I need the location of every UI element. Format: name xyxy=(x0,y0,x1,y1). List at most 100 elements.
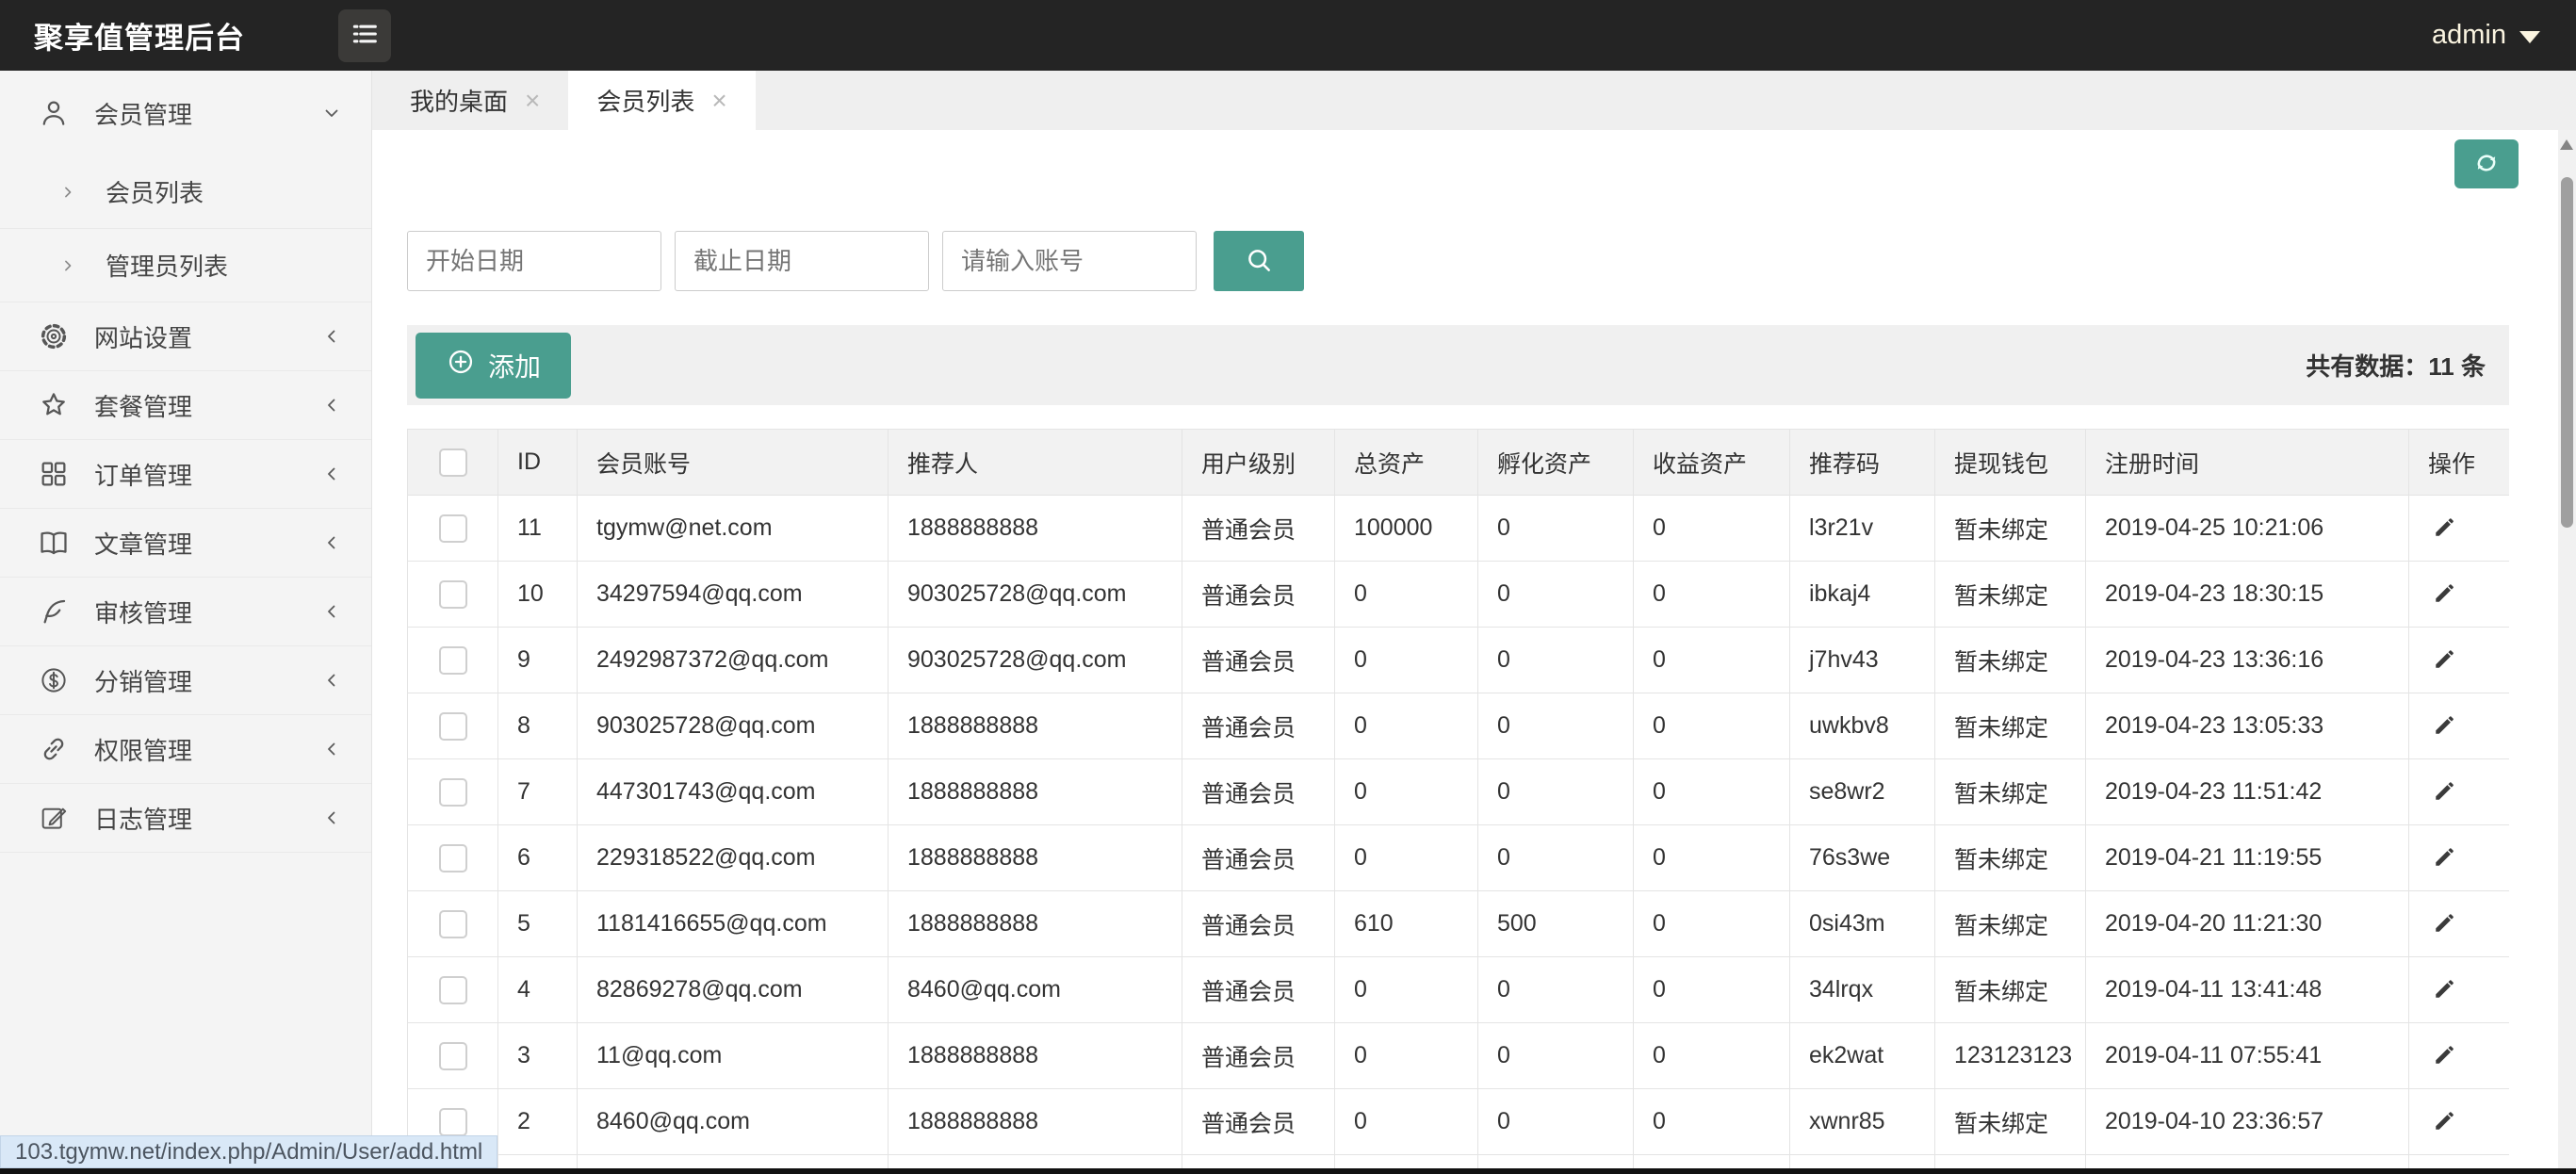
scroll-up-icon[interactable] xyxy=(2560,139,2573,150)
edit-button[interactable] xyxy=(2428,511,2461,546)
table-row: 6 229318522@qq.com 1888888888 普通会员 0 0 0 76s3we… xyxy=(407,824,2509,891)
sidebar-item-audit-management[interactable]: 审核管理 xyxy=(0,578,371,646)
cell-wallet: 123123123 xyxy=(1934,1022,2086,1089)
end-date-input[interactable] xyxy=(675,231,929,291)
caret-down-icon xyxy=(2519,31,2540,43)
cell-id: 3 xyxy=(497,1022,578,1089)
grid-icon xyxy=(38,458,70,490)
row-checkbox[interactable] xyxy=(438,711,467,741)
table-row: 3 11@qq.com 1888888888 普通会员 0 0 0 ek2wat 1231231… xyxy=(407,1022,2509,1089)
cell-actions xyxy=(2408,495,2509,562)
table-row: 11 tgymw@net.com 1888888888 普通会员 100000 0 0 l3r… xyxy=(407,495,2509,562)
edit-button[interactable] xyxy=(2428,1038,2461,1074)
sidebar-item-member-list[interactable]: 会员列表 xyxy=(0,155,371,229)
cell-hatched-assets: 500 xyxy=(1477,890,1634,957)
edit-button[interactable] xyxy=(2428,709,2461,744)
row-checkbox[interactable] xyxy=(438,975,467,1004)
edit-button[interactable] xyxy=(2428,1104,2461,1140)
sidebar-item-article-management[interactable]: 文章管理 xyxy=(0,509,371,578)
app-window: 聚享值管理后台 admin 会员管理会员列表管理员列表网站设置 套餐管理 订单管理文… xyxy=(0,0,2576,1174)
sidebar-item-log-management[interactable]: 日志管理 xyxy=(0,784,371,853)
row-checkbox[interactable] xyxy=(438,514,467,543)
add-button[interactable]: 添加 xyxy=(416,332,572,399)
member-table: ID 会员账号 推荐人 用户级别 总资产 孵化资产 收益资产 推荐码 提现钱包 注册时间 操作 11… xyxy=(407,429,2509,1174)
close-icon[interactable]: × xyxy=(525,87,540,114)
table-toolbar: 添加 共有数据：11 条 xyxy=(407,325,2509,405)
sidebar-item-label: 管理员列表 xyxy=(106,253,229,281)
edit-button[interactable] xyxy=(2428,972,2461,1008)
topbar: 聚享值管理后台 admin xyxy=(0,0,2576,71)
edit-button[interactable] xyxy=(2428,643,2461,678)
row-checkbox[interactable] xyxy=(438,777,467,807)
row-checkbox[interactable] xyxy=(438,1107,467,1136)
sidebar-item-site-settings[interactable]: 网站设置 xyxy=(0,302,371,371)
table-row: 5 1181416655@qq.com 1888888888 普通会员 610 500 0 0… xyxy=(407,890,2509,957)
cell-income-assets: 0 xyxy=(1633,561,1790,628)
edit-button[interactable] xyxy=(2428,577,2461,612)
account-input[interactable] xyxy=(942,231,1197,291)
cell-income-assets: 0 xyxy=(1633,693,1790,759)
row-select-cell xyxy=(407,1022,498,1089)
cell-referrer: 1888888888 xyxy=(888,824,1182,891)
sidebar-item-member-management[interactable]: 会员管理 xyxy=(0,71,371,155)
row-checkbox[interactable] xyxy=(438,843,467,872)
chevron-left-icon xyxy=(320,669,343,692)
cell-ref-code: uwkbv8 xyxy=(1789,693,1935,759)
sidebar-item-label: 会员管理 xyxy=(94,100,193,129)
pencil-icon xyxy=(2432,1108,2457,1136)
sidebar-item-distribution-management[interactable]: 分销管理 xyxy=(0,646,371,715)
search-button[interactable] xyxy=(1214,231,1304,291)
sidebar-toggle-button[interactable] xyxy=(338,8,391,62)
start-date-input[interactable] xyxy=(407,231,661,291)
cell-referrer: 1888888888 xyxy=(888,890,1182,957)
column-header-account: 会员账号 xyxy=(577,429,889,496)
sidebar-item-permission-management[interactable]: 权限管理 xyxy=(0,715,371,784)
user-menu[interactable]: admin xyxy=(2432,20,2540,51)
close-icon[interactable]: × xyxy=(711,87,726,114)
cell-level: 普通会员 xyxy=(1182,956,1335,1023)
cell-id: 8 xyxy=(497,693,578,759)
cell-id: 10 xyxy=(497,561,578,628)
row-checkbox[interactable] xyxy=(438,645,467,675)
row-checkbox[interactable] xyxy=(438,579,467,609)
tab-my-desktop[interactable]: 我的桌面 × xyxy=(382,71,568,130)
sidebar-item-label: 权限管理 xyxy=(94,736,193,765)
sidebar-item-order-management[interactable]: 订单管理 xyxy=(0,440,371,509)
edit-button[interactable] xyxy=(2428,840,2461,876)
column-header-level: 用户级别 xyxy=(1182,429,1335,496)
cell-income-assets: 0 xyxy=(1633,758,1790,825)
cell-income-assets: 0 xyxy=(1633,627,1790,693)
cell-hatched-assets: 0 xyxy=(1477,956,1634,1023)
pencil-icon xyxy=(2432,514,2457,543)
cell-level: 普通会员 xyxy=(1182,627,1335,693)
link-status-tooltip: 103.tgymw.net/index.php/Admin/User/add.h… xyxy=(0,1135,498,1168)
refresh-button[interactable] xyxy=(2454,139,2519,188)
cell-hatched-assets: 0 xyxy=(1477,758,1634,825)
list-icon xyxy=(349,18,381,53)
edit-icon xyxy=(38,802,70,834)
cell-hatched-assets: 0 xyxy=(1477,693,1634,759)
sidebar-item-package-management[interactable]: 套餐管理 xyxy=(0,371,371,440)
sidebar-item-admin-list[interactable]: 管理员列表 xyxy=(0,229,371,302)
select-all-checkbox[interactable] xyxy=(438,448,467,477)
scrollbar-thumb[interactable] xyxy=(2561,177,2573,528)
cell-wallet: 暂未绑定 xyxy=(1934,758,2086,825)
cell-actions xyxy=(2408,1022,2509,1089)
row-select-cell xyxy=(407,561,498,628)
pencil-icon xyxy=(2432,910,2457,938)
cell-account: tgymw@net.com xyxy=(577,495,889,562)
cell-id: 4 xyxy=(497,956,578,1023)
vertical-scrollbar[interactable] xyxy=(2558,130,2576,1168)
cell-total-assets: 0 xyxy=(1334,561,1478,628)
select-all-cell xyxy=(407,429,498,496)
cell-account: 447301743@qq.com xyxy=(577,758,889,825)
tab-member-list[interactable]: 会员列表 × xyxy=(568,71,756,130)
row-select-cell xyxy=(407,627,498,693)
cell-id: 9 xyxy=(497,627,578,693)
cell-income-assets: 0 xyxy=(1633,824,1790,891)
edit-button[interactable] xyxy=(2428,775,2461,810)
row-checkbox[interactable] xyxy=(438,1041,467,1070)
row-checkbox[interactable] xyxy=(438,909,467,938)
edit-button[interactable] xyxy=(2428,906,2461,942)
cell-referrer: 1888888888 xyxy=(888,758,1182,825)
